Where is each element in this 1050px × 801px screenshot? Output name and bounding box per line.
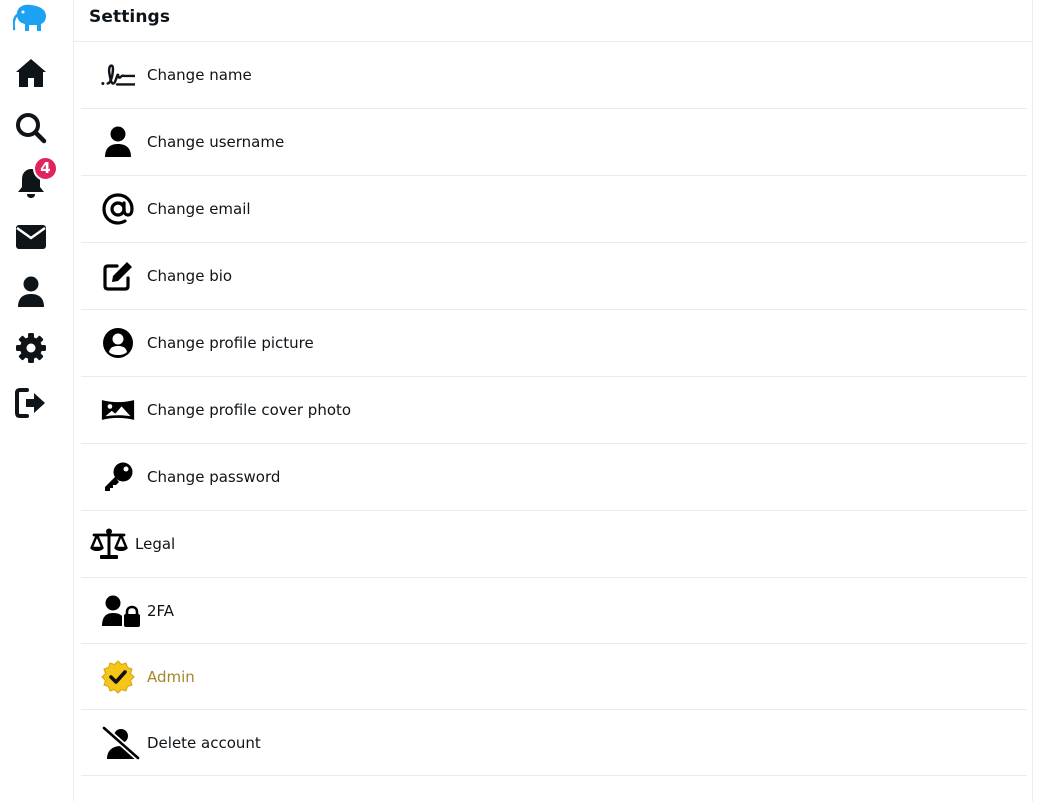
signature-icon (101, 58, 135, 92)
envelope-icon[interactable] (12, 218, 50, 256)
settings-item-label: Change name (147, 66, 252, 84)
settings-item-change-name[interactable]: Change name (81, 42, 1027, 109)
user-circle-icon (101, 326, 135, 360)
settings-item-change-bio[interactable]: Change bio (81, 243, 1027, 310)
key-icon (101, 460, 135, 494)
settings-item-delete-account[interactable]: Delete account (81, 710, 1027, 776)
gear-icon[interactable] (12, 329, 50, 367)
settings-item-label: Change password (147, 468, 281, 486)
settings-item-label: Change profile cover photo (147, 401, 352, 419)
user-slash-icon (101, 726, 141, 760)
settings-item-admin[interactable]: Admin (81, 644, 1027, 710)
panorama-icon (101, 393, 135, 427)
settings-item-change-profile-cover-photo[interactable]: Change profile cover photo (81, 377, 1027, 444)
page-header: Settings (74, 0, 1032, 42)
settings-item-label: Change email (147, 200, 251, 218)
settings-item-label: Change bio (147, 267, 233, 285)
kiwi-logo-icon[interactable] (12, 0, 50, 38)
user-lock-icon (101, 594, 141, 628)
settings-item-legal[interactable]: Legal (81, 511, 1027, 578)
settings-item-change-username[interactable]: Change username (81, 109, 1027, 176)
settings-item-label: 2FA (147, 602, 175, 620)
user-icon[interactable] (12, 273, 50, 311)
home-icon[interactable] (12, 54, 50, 92)
edit-icon (101, 259, 135, 293)
settings-item-label: Legal (135, 535, 176, 553)
settings-item-2fa[interactable]: 2FA (81, 578, 1027, 644)
settings-item-label: Delete account (147, 734, 261, 752)
settings-item-label: Admin (147, 668, 195, 686)
verified-badge-icon (101, 660, 135, 694)
settings-panel: Settings Change name Change username Cha… (73, 0, 1033, 801)
sidebar: 4 (0, 0, 62, 801)
settings-item-change-password[interactable]: Change password (81, 444, 1027, 511)
settings-item-change-email[interactable]: Change email (81, 176, 1027, 243)
notification-badge: 4 (33, 156, 58, 181)
sign-out-icon[interactable] (12, 384, 50, 422)
settings-item-label: Change username (147, 133, 285, 151)
settings-list: Change name Change username Change email (81, 42, 1027, 776)
settings-item-label: Change profile picture (147, 334, 314, 352)
search-icon[interactable] (12, 109, 50, 147)
user-icon (101, 125, 135, 159)
settings-item-change-profile-picture[interactable]: Change profile picture (81, 310, 1027, 377)
at-icon (101, 192, 135, 226)
scale-icon (89, 527, 129, 561)
page-title: Settings (89, 7, 171, 27)
